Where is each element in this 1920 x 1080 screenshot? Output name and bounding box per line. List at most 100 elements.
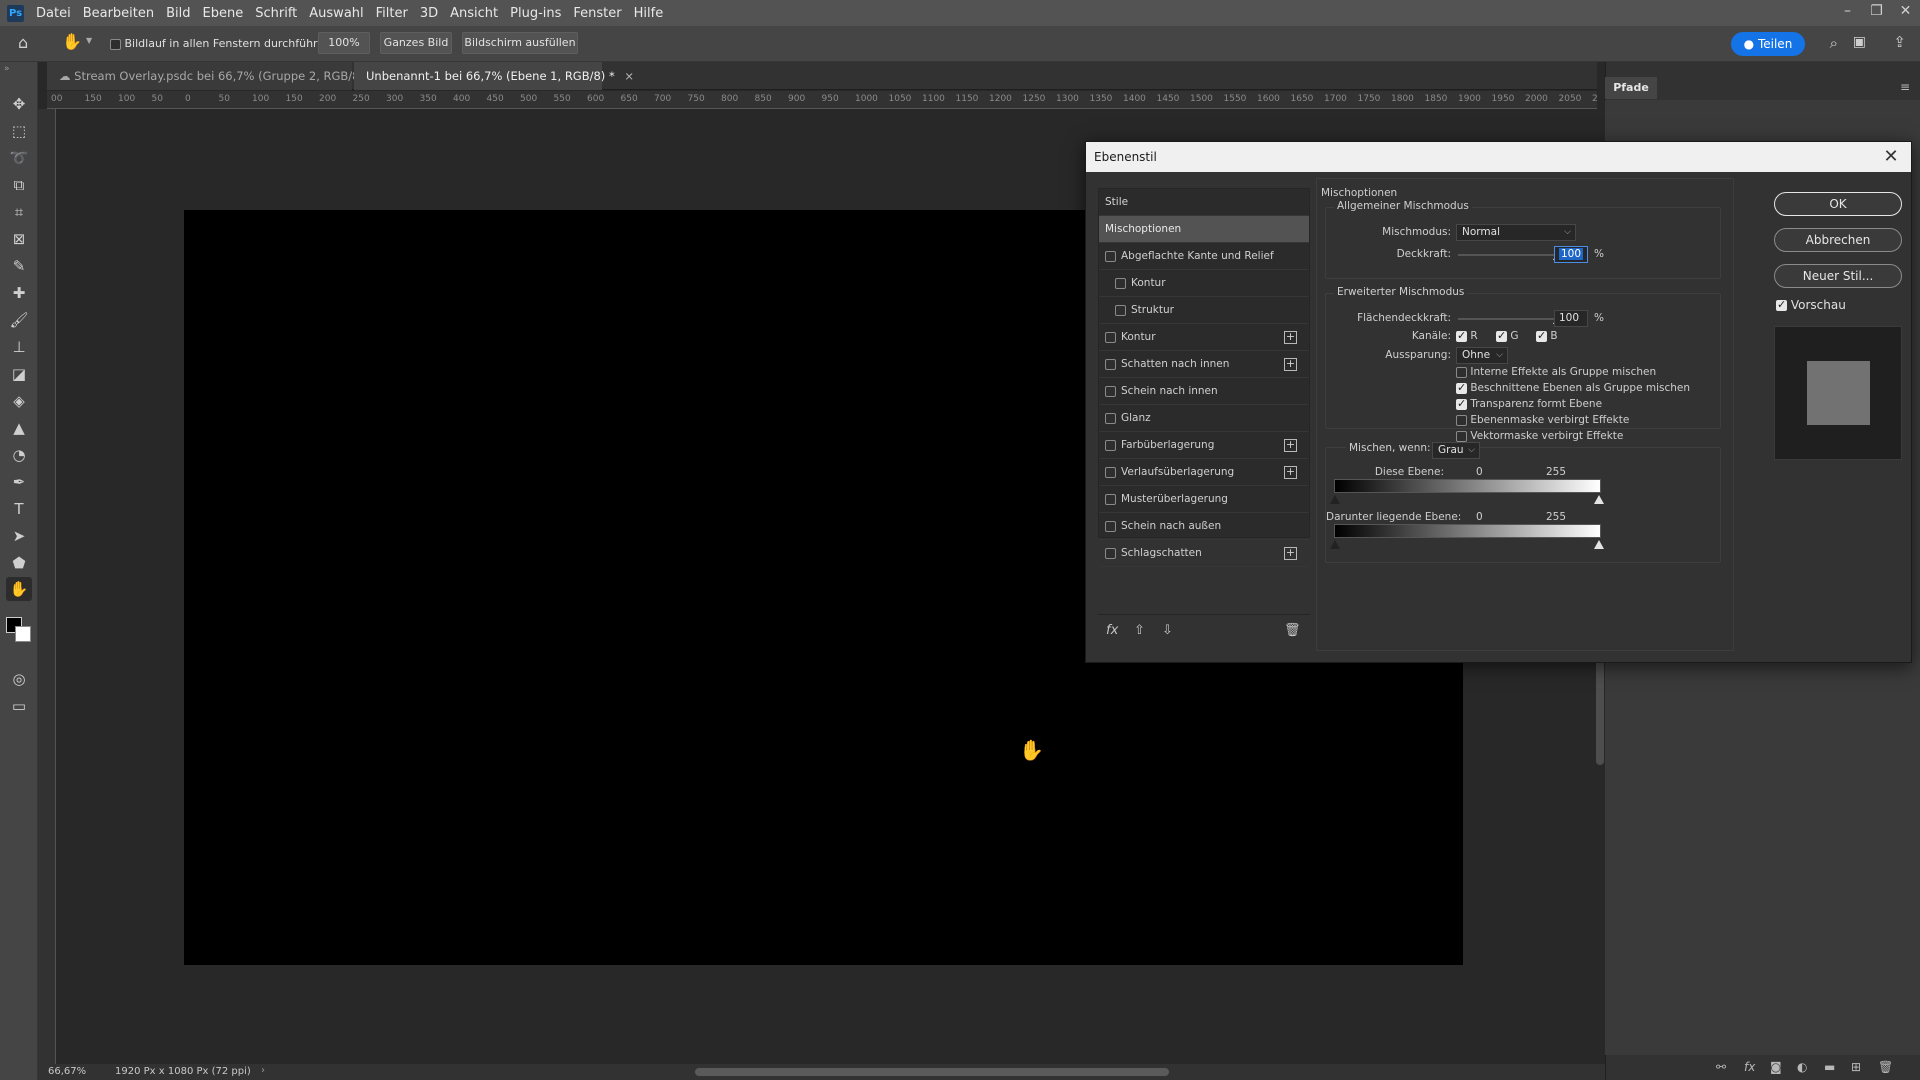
menu-3d[interactable]: 3D [414, 6, 444, 21]
zoom-level[interactable]: 66,67% [48, 1066, 86, 1077]
underlying-black-thumb[interactable] [1330, 540, 1340, 549]
blur-tool-icon[interactable]: ▲ [6, 416, 32, 440]
style-checkbox[interactable] [1105, 385, 1116, 397]
home-icon[interactable]: ⌂ [18, 33, 28, 52]
panel-menu-icon[interactable]: ≡ [1900, 80, 1910, 94]
style-checkbox[interactable] [1105, 358, 1116, 370]
channel-b[interactable]: B [1536, 329, 1558, 342]
folder-icon[interactable]: ▬ [1824, 1060, 1835, 1074]
add-effect-icon[interactable]: + [1284, 466, 1297, 479]
this-layer-gradient[interactable] [1334, 479, 1601, 493]
marquee-tool-icon[interactable]: ⬚ [6, 119, 32, 143]
opacity-input[interactable]: 100 [1554, 246, 1588, 263]
fill-opacity-input[interactable]: 100 [1554, 310, 1588, 327]
dialog-close-icon[interactable]: ✕ [1879, 142, 1903, 172]
checkbox[interactable] [1456, 381, 1467, 394]
underlying-layer-gradient[interactable] [1334, 524, 1601, 538]
option-clipped-layers[interactable]: Beschnittene Ebenen als Gruppe mischen [1456, 381, 1690, 394]
scroll-all-checkbox[interactable] [110, 38, 121, 50]
style-item[interactable]: Glanz [1099, 405, 1309, 432]
channel-g[interactable]: G [1496, 329, 1518, 342]
frame-tool-icon[interactable]: ⊠ [6, 227, 32, 251]
search-icon[interactable]: ⌕ [1830, 34, 1838, 52]
option-transparency-shapes[interactable]: Transparenz formt Ebene [1456, 397, 1602, 410]
share-button[interactable]: ● Teilen [1731, 32, 1805, 56]
new-style-button[interactable]: Neuer Stil... [1774, 264, 1902, 288]
export-icon[interactable]: ⇪ [1893, 33, 1906, 51]
style-item[interactable]: Abgeflachte Kante und Relief [1099, 243, 1309, 270]
horizontal-scrollbar[interactable] [695, 1068, 1169, 1076]
blend-mode-select[interactable]: Normal ⌵ [1456, 224, 1576, 241]
style-checkbox[interactable] [1115, 277, 1126, 289]
knockout-select[interactable]: Ohne ⌵ [1456, 347, 1508, 364]
close-tab-icon[interactable]: × [624, 69, 634, 83]
style-item[interactable]: Schlagschatten + [1099, 540, 1309, 567]
cancel-button[interactable]: Abbrechen [1774, 228, 1902, 252]
collapse-icon[interactable]: » [4, 64, 10, 74]
new-layer-icon[interactable]: ⊞ [1851, 1060, 1861, 1074]
menu-datei[interactable]: Datei [30, 6, 77, 21]
style-item[interactable]: Mischoptionen [1099, 216, 1309, 243]
status-arrow-icon[interactable]: › [261, 1065, 265, 1076]
trash-icon[interactable]: 🗑 [1878, 1060, 1893, 1074]
add-effect-icon[interactable]: + [1284, 439, 1297, 452]
checkbox[interactable] [1456, 430, 1467, 442]
style-item[interactable]: Schein nach innen [1099, 378, 1309, 405]
this-layer-white-thumb[interactable] [1594, 495, 1604, 504]
menu-plugins[interactable]: Plug-ins [504, 6, 567, 21]
style-item[interactable]: Farbüberlagerung + [1099, 432, 1309, 459]
add-effect-icon[interactable]: + [1284, 331, 1297, 344]
tab-unbenannt-1[interactable]: Unbenannt-1 bei 66,7% (Ebene 1, RGB/8) *… [354, 62, 634, 90]
pen-tool-icon[interactable]: ✒ [6, 470, 32, 494]
scroll-all-windows-option[interactable]: Bildlauf in allen Fenstern durchführen [110, 37, 331, 50]
link-icon[interactable]: ⚯ [1716, 1060, 1726, 1074]
checkbox[interactable] [1456, 414, 1467, 426]
move-down-icon[interactable]: ⇩ [1162, 623, 1173, 638]
style-checkbox[interactable] [1105, 547, 1116, 559]
style-item[interactable]: Kontur [1099, 270, 1309, 297]
path-select-tool-icon[interactable]: ➤ [6, 524, 32, 548]
type-tool-icon[interactable]: T [6, 497, 32, 521]
channel-g-checkbox[interactable] [1496, 329, 1507, 342]
adjustment-icon[interactable]: ◐ [1797, 1060, 1807, 1074]
style-item[interactable]: Musterüberlagerung [1099, 486, 1309, 513]
menu-filter[interactable]: Filter [370, 6, 414, 21]
preview-toggle[interactable]: Vorschau [1776, 298, 1846, 312]
menu-auswahl[interactable]: Auswahl [303, 6, 369, 21]
style-checkbox[interactable] [1105, 493, 1116, 505]
brush-tool-icon[interactable]: 🖌 [6, 308, 32, 332]
fx-icon[interactable]: fx [1744, 1060, 1755, 1074]
style-checkbox[interactable] [1105, 331, 1116, 343]
paint-bucket-tool-icon[interactable]: ◈ [6, 389, 32, 413]
style-checkbox[interactable] [1115, 304, 1126, 316]
eyedropper-tool-icon[interactable]: ✎ [6, 254, 32, 278]
dodge-tool-icon[interactable]: ◔ [6, 443, 32, 467]
opacity-slider[interactable] [1458, 254, 1558, 256]
tab-pfade[interactable]: Pfade [1605, 77, 1657, 99]
healing-brush-tool-icon[interactable]: ✚ [6, 281, 32, 305]
fill-opacity-slider[interactable] [1458, 318, 1558, 320]
move-tool-icon[interactable]: ✥ [6, 92, 32, 116]
style-item[interactable]: Schein nach außen [1099, 513, 1309, 540]
style-checkbox[interactable] [1105, 520, 1116, 532]
style-checkbox[interactable] [1105, 250, 1116, 262]
style-checkbox[interactable] [1105, 466, 1116, 478]
minimize-icon[interactable]: – [1833, 0, 1862, 24]
hand-tool-icon[interactable]: ✋ [6, 577, 32, 601]
screen-mode-icon[interactable]: ▭ [6, 694, 32, 718]
style-checkbox[interactable] [1105, 412, 1116, 424]
preview-checkbox[interactable] [1776, 298, 1787, 311]
shape-tool-icon[interactable]: ⬟ [6, 551, 32, 575]
quick-mask-icon[interactable]: ◎ [6, 667, 32, 691]
menu-bearbeiten[interactable]: Bearbeiten [77, 6, 160, 21]
hand-tool-preset-icon[interactable]: ✋ [62, 32, 82, 51]
tab-stream-overlay[interactable]: ☁ Stream Overlay.psdc bei 66,7% (Gruppe … [47, 62, 383, 90]
workspace-icon[interactable]: ▣ [1853, 34, 1866, 50]
zoom-100-button[interactable]: 100% [318, 32, 370, 54]
crop-tool-icon[interactable]: ⌗ [6, 200, 32, 224]
ok-button[interactable]: OK [1774, 192, 1902, 216]
close-window-icon[interactable]: ✕ [1891, 0, 1920, 24]
menu-fenster[interactable]: Fenster [567, 6, 627, 21]
this-layer-black-thumb[interactable] [1330, 495, 1340, 504]
style-checkbox[interactable] [1105, 439, 1116, 451]
